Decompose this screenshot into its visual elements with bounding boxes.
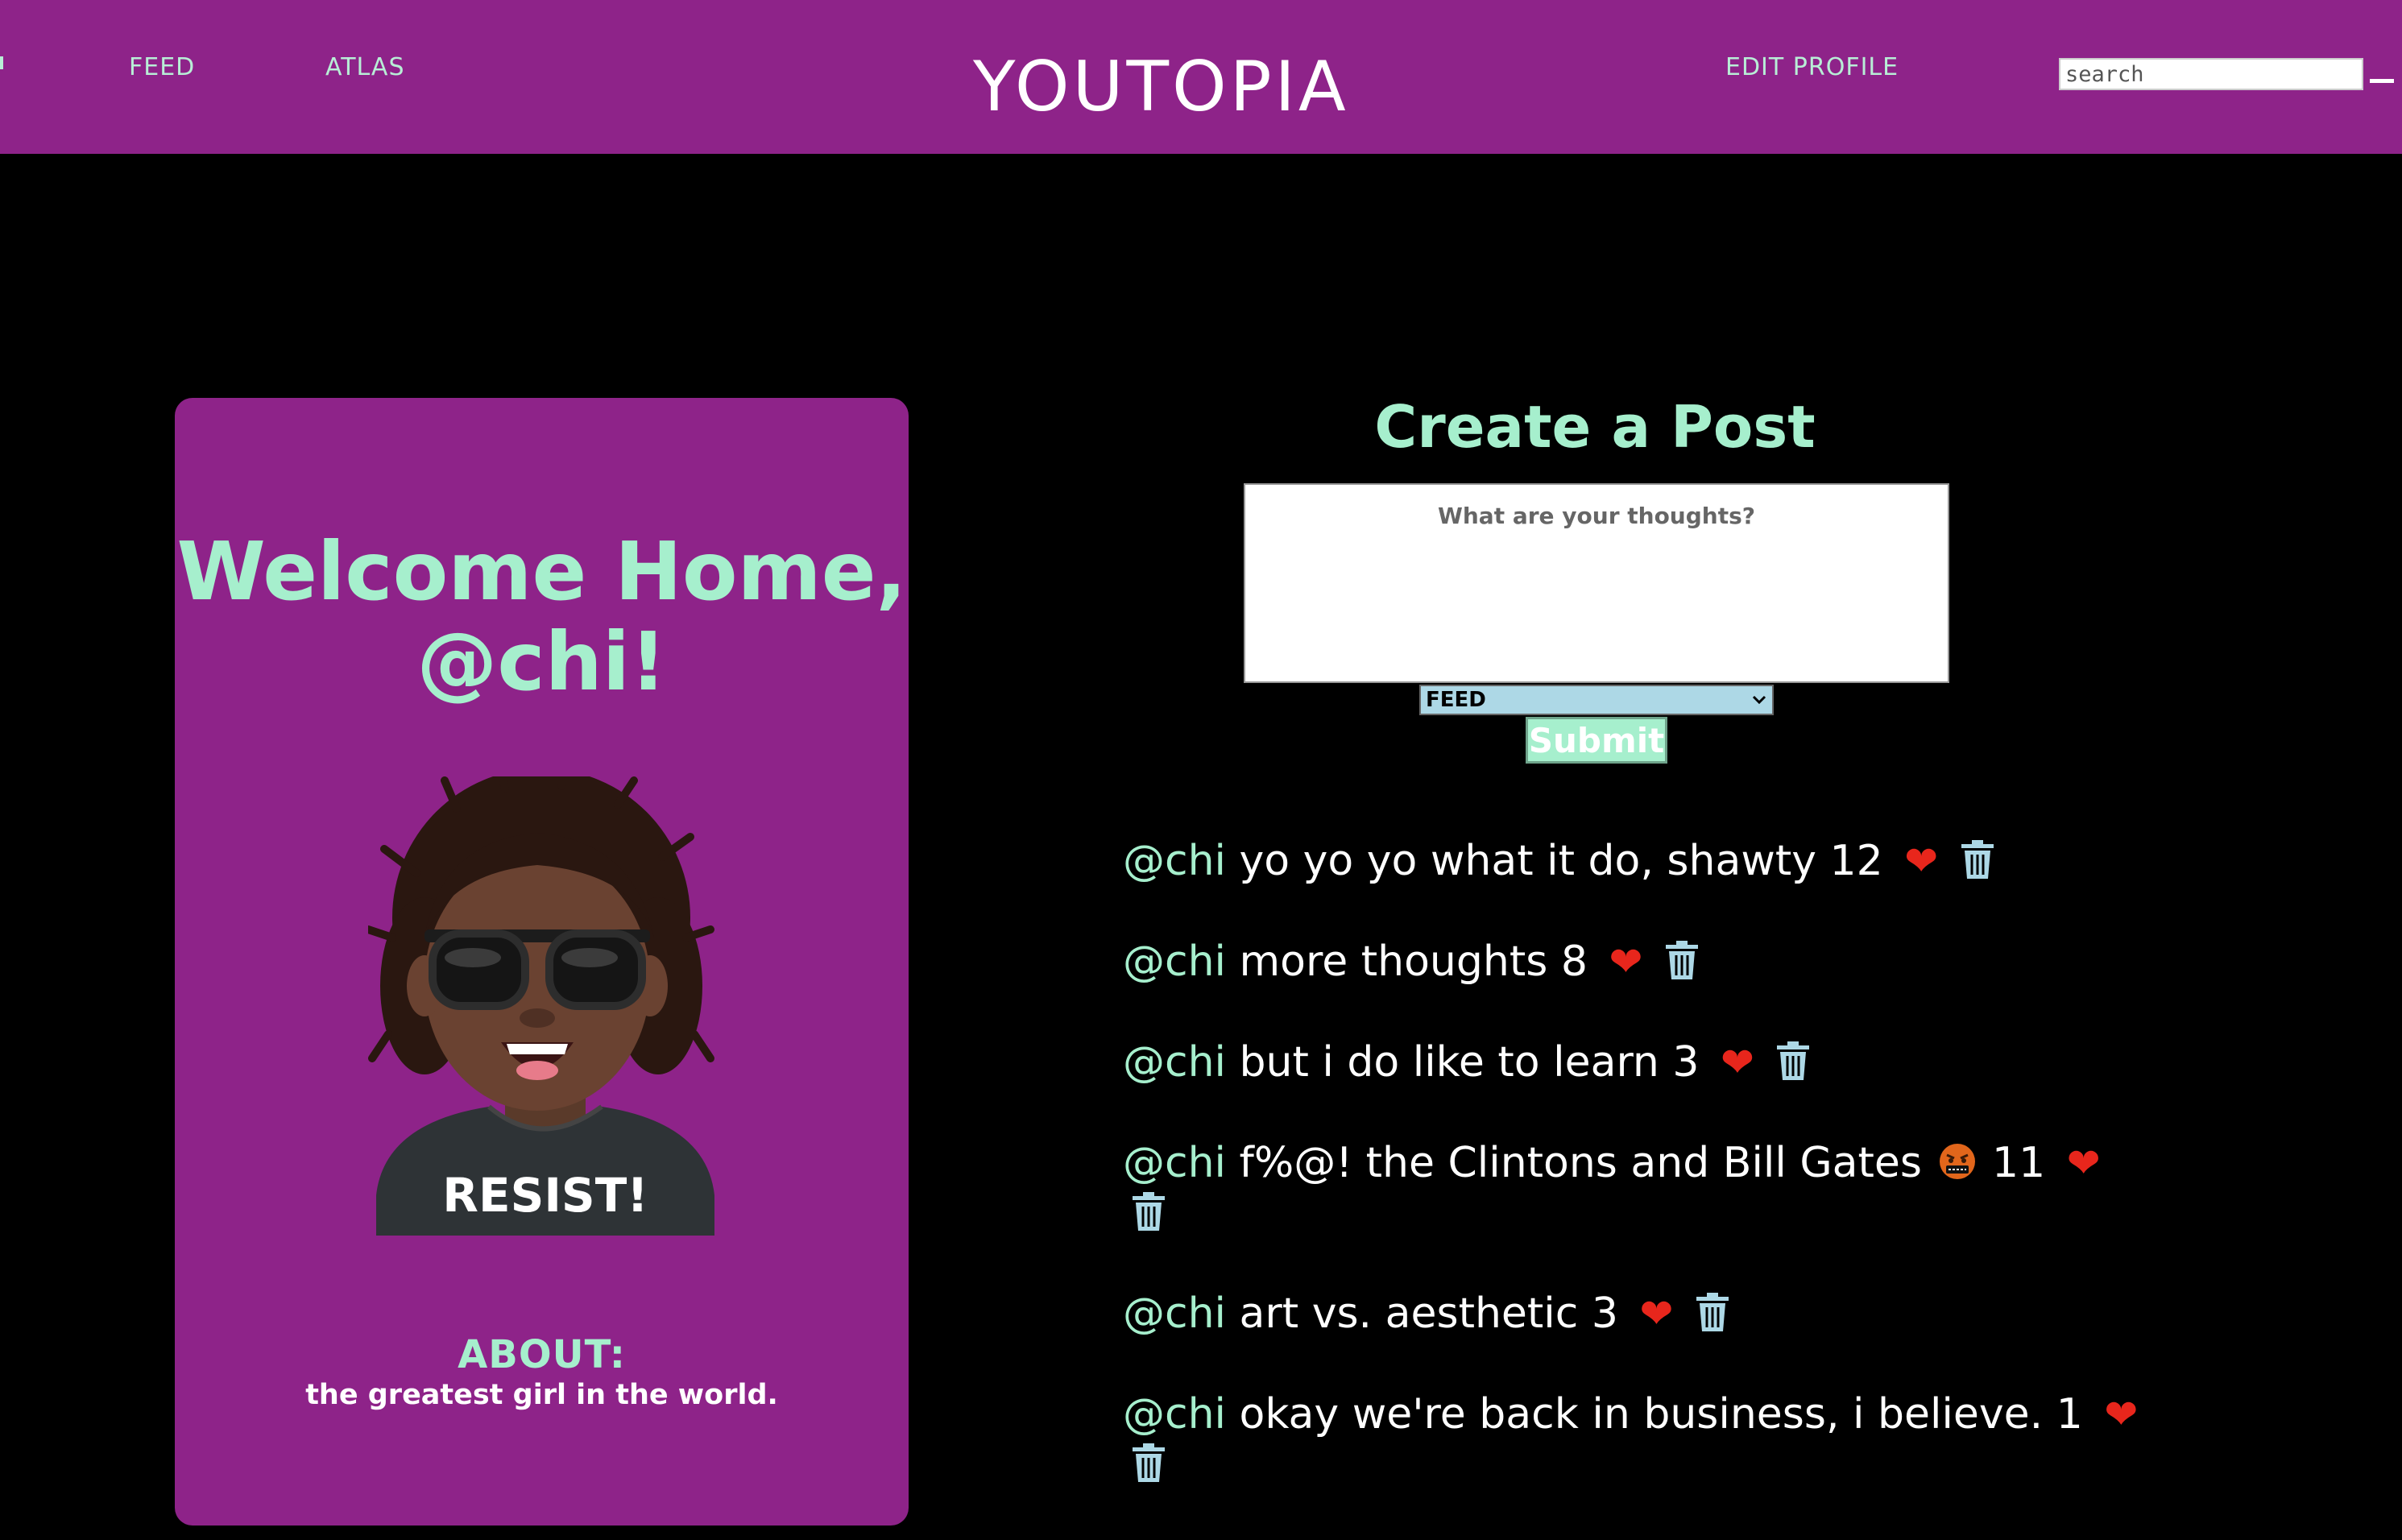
top-navbar: FEED ATLAS YOUTOPIA EDIT PROFILE [0,0,2402,154]
like-count: 3 [1672,1038,1700,1087]
heart-icon[interactable]: ❤ [2104,1391,2138,1438]
nav-edit-profile-link[interactable]: EDIT PROFILE [1725,53,1899,81]
post-item: @chi more thoughts 8 ❤ [1123,937,2146,987]
heart-icon[interactable]: ❤ [2067,1140,2101,1186]
post-textarea[interactable] [1244,483,1949,683]
post-list: @chi yo yo yo what it do, shawty 12 ❤ @c… [1123,836,2146,1540]
heart-icon[interactable]: ❤ [1721,1039,1754,1086]
profile-card: Welcome Home, @chi! RESIST! ABOUT: the g… [175,398,909,1526]
post-text: yo yo yo what it do, shawty [1239,837,1817,885]
post-text: f%@! the Clintons and Bill Gates [1239,1139,1922,1187]
post-item: @chi yo yo yo what it do, shawty 12 ❤ [1123,836,2146,886]
submit-button[interactable]: Submit [1526,717,1667,764]
nav-atlas-link[interactable]: ATLAS [325,53,405,81]
post-item: @chi art vs. aesthetic 3 ❤ [1123,1289,2146,1339]
brand-logo[interactable]: YOUTOPIA [973,47,1349,127]
like-count: 11 [1992,1139,2046,1187]
post-text: more thoughts [1239,938,1548,986]
trash-icon[interactable] [1960,839,1995,880]
board-select[interactable]: FEED [1419,685,1774,715]
post-text: okay we're back in business, i believe. [1239,1390,2044,1439]
post-handle[interactable]: @chi [1123,1139,1226,1187]
heart-icon[interactable]: ❤ [1640,1290,1674,1337]
post-handle[interactable]: @chi [1123,1390,1226,1439]
nav-feed-link[interactable]: FEED [129,53,195,81]
avatar: RESIST! [368,776,714,1236]
search-input[interactable] [2059,58,2363,90]
trash-icon[interactable] [1664,940,1700,980]
board-select-value: FEED [1426,688,1486,712]
menu-edge-icon[interactable] [0,56,3,69]
post-item: @chi okay we're back in business, i beli… [1123,1389,2146,1489]
like-count: 3 [1591,1290,1618,1338]
post-text: but i do like to learn [1239,1038,1659,1087]
welcome-heading: Welcome Home, @chi! [176,524,907,709]
chevron-down-icon [1752,695,1766,705]
trash-icon[interactable] [1131,1191,1166,1232]
shirt-text: RESIST! [442,1168,648,1223]
post-handle[interactable]: @chi [1123,1038,1226,1087]
post-item: @chi but i do like to learn 3 ❤ [1123,1037,2146,1087]
heart-icon[interactable]: ❤ [1904,838,1938,884]
about-label: ABOUT: [458,1332,626,1377]
trash-icon[interactable] [1695,1292,1730,1332]
like-count: 12 [1829,837,1883,885]
about-text: the greatest girl in the world. [305,1379,778,1411]
trash-icon[interactable] [1775,1041,1811,1081]
create-post-title: Create a Post [1374,393,1816,461]
heart-icon[interactable]: ❤ [1609,938,1642,985]
post-text: art vs. aesthetic [1239,1290,1579,1338]
post-handle[interactable]: @chi [1123,938,1226,986]
post-handle[interactable]: @chi [1123,1290,1226,1338]
search-button[interactable] [2370,79,2394,83]
cursing-face-icon [1939,1144,1975,1179]
post-handle[interactable]: @chi [1123,837,1226,885]
like-count: 8 [1560,938,1588,986]
like-count: 1 [2056,1390,2083,1439]
trash-icon[interactable] [1131,1443,1166,1483]
post-item: @chi f%@! the Clintons and Bill Gates 11… [1123,1138,2146,1238]
